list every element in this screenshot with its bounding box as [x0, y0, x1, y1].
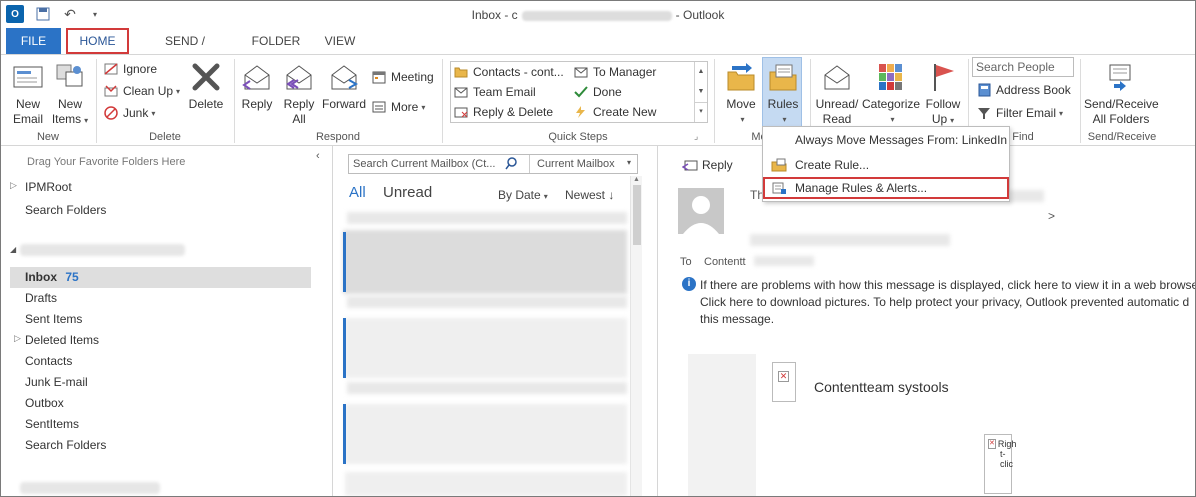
window-frame: [0, 0, 1196, 497]
